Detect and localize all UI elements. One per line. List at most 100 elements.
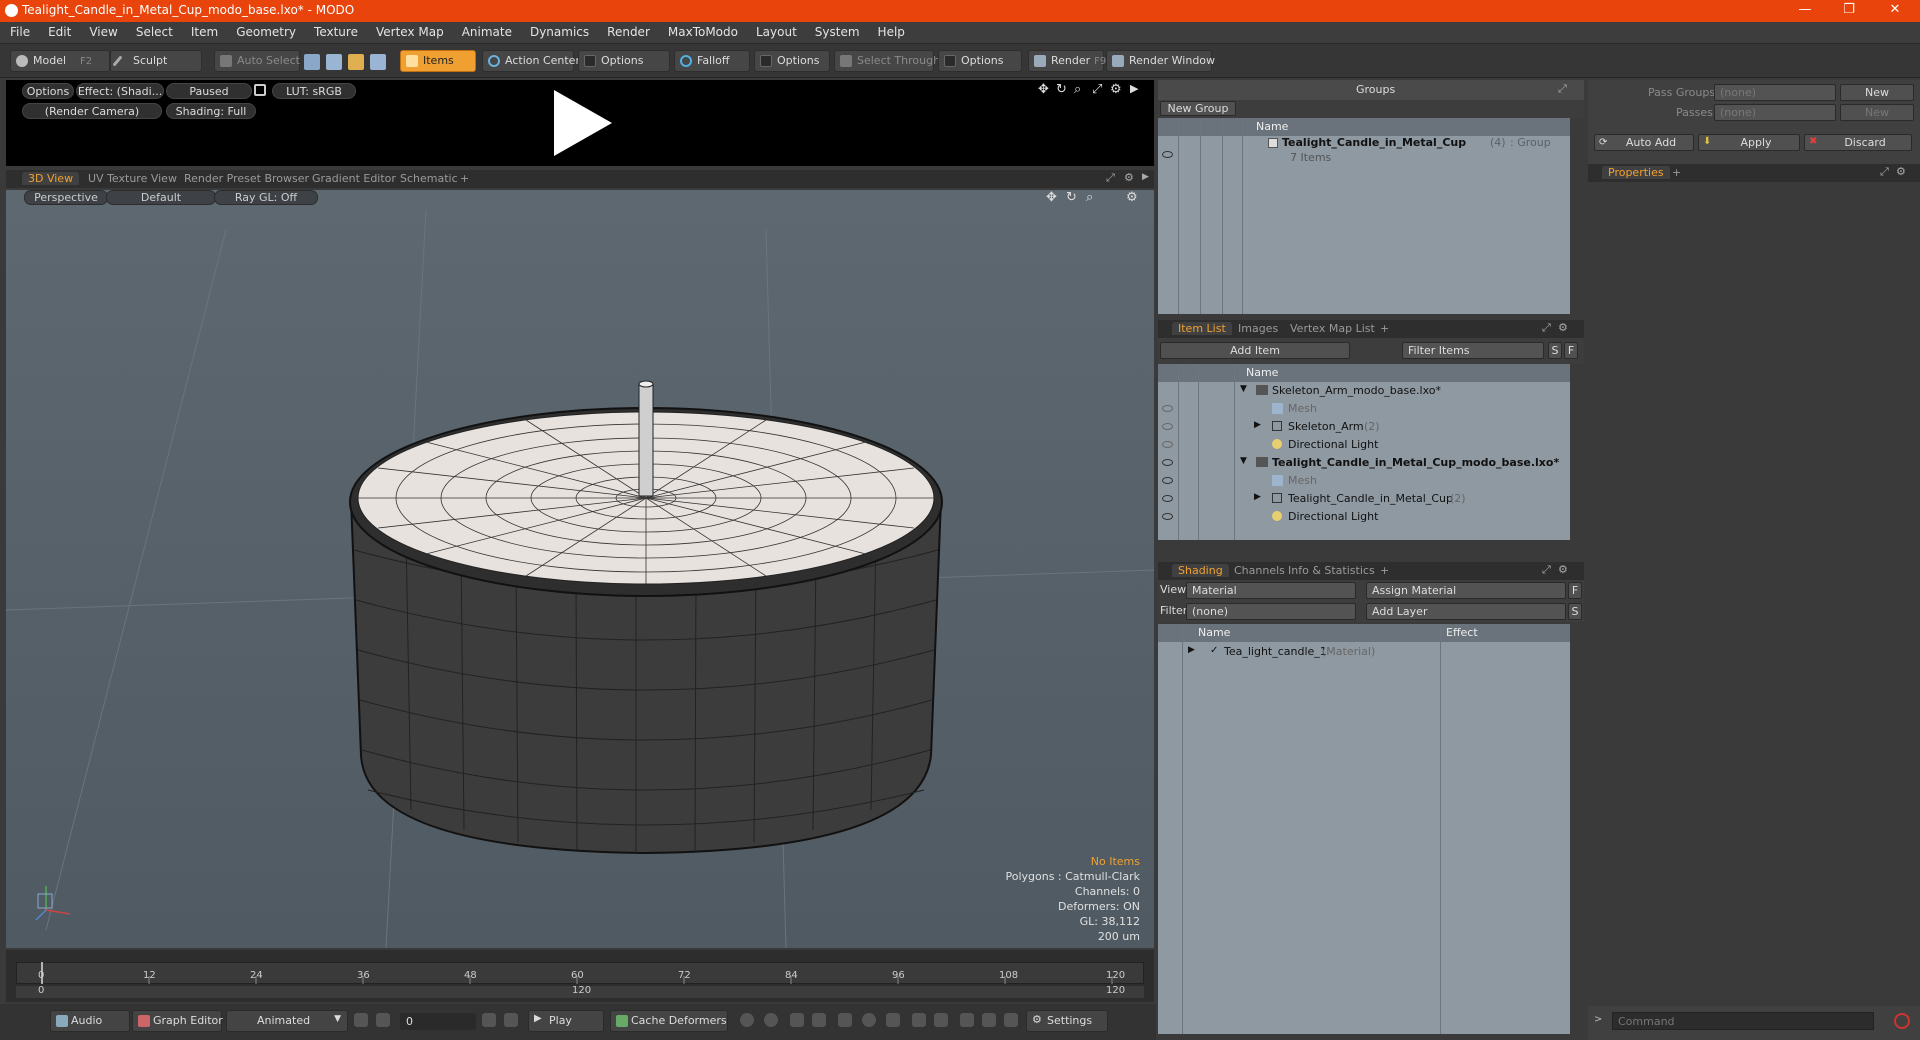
tab-info-statistics[interactable]: Info & Statistics <box>1282 564 1381 577</box>
menu-texture[interactable]: Texture <box>304 22 366 39</box>
items-mode-button[interactable]: Items <box>400 50 476 72</box>
settings-button[interactable]: ⚙ Settings <box>1026 1010 1108 1032</box>
menu-help[interactable]: Help <box>868 22 913 39</box>
falloff-button[interactable]: Falloff <box>674 50 750 72</box>
maximize-icon[interactable]: ⤢ <box>1880 165 1889 179</box>
skip-to-end-icon[interactable] <box>504 1013 518 1027</box>
list-item[interactable]: Mesh <box>1158 400 1570 418</box>
expand-arrow-icon[interactable]: ▶ <box>1142 172 1149 182</box>
key-icon[interactable] <box>740 1013 754 1027</box>
tab-properties[interactable]: Properties <box>1602 166 1670 179</box>
gear-icon[interactable]: ⚙ <box>1558 321 1568 334</box>
sculpt-mode-button[interactable]: Sculpt <box>110 50 202 72</box>
move-view-icon[interactable]: ✥ <box>1038 82 1049 97</box>
lut-dropdown[interactable]: LUT: sRGB <box>272 83 356 99</box>
tab-images[interactable]: Images <box>1232 322 1284 335</box>
maximize-icon[interactable]: ⤢ <box>1542 321 1551 335</box>
add-tab-button[interactable]: + <box>454 172 475 185</box>
prev-marker-icon[interactable] <box>912 1013 926 1027</box>
menu-vertex-map[interactable]: Vertex Map <box>366 22 452 39</box>
cache-deformers-button[interactable]: Cache Deformers <box>610 1010 728 1032</box>
list-item[interactable]: Directional Light <box>1158 436 1570 454</box>
render-button[interactable]: Render F9 <box>1028 50 1106 72</box>
auto-add-button[interactable]: ⟳ Auto Add <box>1594 134 1694 151</box>
add-layer-dropdown[interactable]: Add Layer <box>1366 603 1566 620</box>
eye-icon[interactable] <box>1162 405 1173 412</box>
collapse-arrow-icon[interactable]: ▼ <box>1240 384 1247 394</box>
collapse-arrow-icon[interactable]: ▼ <box>1240 456 1247 466</box>
polygons-mode-icon[interactable] <box>348 54 364 70</box>
key-all-icon[interactable] <box>764 1013 778 1027</box>
menu-animate[interactable]: Animate <box>452 22 520 39</box>
passes-dropdown[interactable]: (none) <box>1714 104 1836 121</box>
eye-icon[interactable] <box>1162 423 1173 430</box>
prev-key-icon[interactable] <box>790 1013 804 1027</box>
discard-button[interactable]: ✖ Discard <box>1804 134 1912 151</box>
search-s-button[interactable]: S <box>1568 603 1582 620</box>
search-s-button[interactable]: S <box>1548 342 1562 359</box>
tab-vertex-map-list[interactable]: Vertex Map List <box>1284 322 1381 335</box>
action-center-button[interactable]: Action Center <box>482 50 580 72</box>
pass-groups-dropdown[interactable]: (none) <box>1714 84 1836 101</box>
auto-key-icon[interactable] <box>838 1013 852 1027</box>
eye-icon[interactable] <box>1162 441 1173 448</box>
preview-options-button[interactable]: Options <box>22 83 74 99</box>
tab-uv-texture-view[interactable]: UV Texture View <box>82 172 183 185</box>
eye-icon[interactable] <box>1162 459 1173 466</box>
vertices-mode-icon[interactable] <box>304 54 320 70</box>
shading-dropdown[interactable]: Shading: Full <box>166 103 256 119</box>
gear-icon[interactable]: ⚙ <box>1110 82 1122 97</box>
assign-material-button[interactable]: Assign Material <box>1366 582 1566 599</box>
action-center-options-button[interactable]: Options <box>578 50 670 72</box>
loop-icon[interactable] <box>960 1013 974 1027</box>
apply-button[interactable]: ⬇ Apply <box>1698 134 1800 151</box>
eye-icon[interactable] <box>1162 513 1173 520</box>
select-through-options-button[interactable]: Options <box>938 50 1022 72</box>
maximize-view-icon[interactable]: ⤢ <box>1092 82 1102 97</box>
zoom-view-icon[interactable]: ⌕ <box>1074 82 1081 97</box>
material-row[interactable]: ▶ ✓ Tea_light_candle_1 (Material) <box>1158 643 1570 661</box>
add-item-button[interactable]: Add Item <box>1160 342 1350 359</box>
graph-editor-button[interactable]: Graph Editor <box>132 1010 223 1032</box>
add-tab-button[interactable]: + <box>1374 564 1395 577</box>
record-icon[interactable] <box>862 1013 876 1027</box>
snap-icon[interactable] <box>1004 1013 1018 1027</box>
maximize-icon[interactable]: ⤢ <box>1558 82 1567 96</box>
3d-viewport[interactable]: Perspective Default Ray GL: Off ✥ ↻ ⌕ ⚙ <box>6 190 1154 948</box>
menu-maxtomodo[interactable]: MaxToModo <box>658 22 746 39</box>
menu-render[interactable]: Render <box>597 22 658 39</box>
eye-icon[interactable] <box>1162 151 1173 158</box>
menu-edit[interactable]: Edit <box>38 22 79 39</box>
filter-dropdown[interactable]: (none) <box>1186 603 1356 620</box>
step-forward-icon[interactable] <box>482 1013 496 1027</box>
eye-icon[interactable] <box>1162 477 1173 484</box>
new-pass-group-button[interactable]: New <box>1840 84 1914 101</box>
add-tab-button[interactable]: + <box>1666 166 1687 179</box>
step-back-icon[interactable] <box>376 1013 390 1027</box>
list-item[interactable]: Mesh <box>1158 472 1570 490</box>
render-camera-dropdown[interactable]: (Render Camera) <box>22 103 162 119</box>
sync-icon[interactable] <box>982 1013 996 1027</box>
tab-render-preset-browser[interactable]: Render Preset Browser <box>178 172 315 185</box>
animated-dropdown[interactable]: Animated ▼ <box>226 1010 348 1032</box>
new-pass-button[interactable]: New <box>1840 104 1914 121</box>
next-marker-icon[interactable] <box>934 1013 948 1027</box>
group-item-name[interactable]: Tealight_Candle_in_Metal_Cup <box>1282 136 1466 149</box>
select-through-button[interactable]: Select Through <box>834 50 940 72</box>
gear-icon[interactable]: ⚙ <box>1124 171 1134 184</box>
paused-toggle[interactable]: Paused <box>166 83 252 99</box>
filter-f-button[interactable]: F <box>1564 342 1578 359</box>
menu-view[interactable]: View <box>79 22 125 39</box>
maximize-icon[interactable]: ⤢ <box>1106 171 1115 185</box>
tab-gradient-editor[interactable]: Gradient Editor <box>306 172 402 185</box>
falloff-options-button[interactable]: Options <box>754 50 830 72</box>
expand-arrow-icon[interactable]: ▶ <box>1188 645 1195 655</box>
add-tab-button[interactable]: + <box>1374 322 1395 335</box>
auto-select-button[interactable]: Auto Select <box>214 50 300 72</box>
menu-select[interactable]: Select <box>126 22 181 39</box>
menu-layout[interactable]: Layout <box>746 22 805 39</box>
filter-items-input[interactable]: Filter Items <box>1402 342 1544 359</box>
timeline[interactable]: 0 12 24 36 48 60 72 84 96 108 120 0 120 … <box>6 950 1154 1002</box>
eye-icon[interactable] <box>1162 495 1173 502</box>
close-button[interactable]: ✕ <box>1880 2 1910 17</box>
